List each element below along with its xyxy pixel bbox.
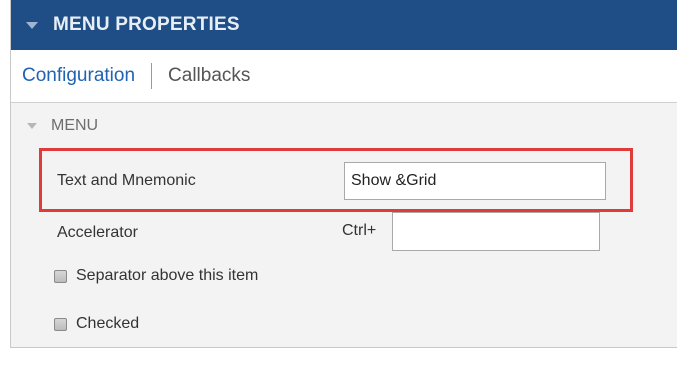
menu-properties-panel: MENU PROPERTIES Configuration Callbacks … — [10, 0, 677, 348]
checked-checkbox-label: Checked — [76, 315, 140, 332]
panel-title: MENU PROPERTIES — [53, 14, 240, 35]
checked-checkbox[interactable] — [54, 317, 67, 331]
checked-checkbox-row[interactable]: Checked — [11, 310, 677, 338]
tab-configuration[interactable]: Configuration — [22, 65, 135, 87]
section-label: MENU — [51, 117, 99, 134]
accelerator-prefix: Ctrl+ — [342, 222, 377, 239]
panel-header[interactable]: MENU PROPERTIES — [11, 0, 677, 50]
tab-bar: Configuration Callbacks — [11, 50, 677, 103]
separator-checkbox-row[interactable]: Separator above this item — [11, 262, 677, 290]
tab-divider — [151, 63, 153, 89]
separator-checkbox[interactable] — [54, 269, 67, 283]
highlight-box — [39, 148, 633, 212]
section-collapse-caret-icon[interactable] — [27, 123, 37, 129]
menu-section-header[interactable]: MENU — [11, 103, 677, 149]
separator-checkbox-label: Separator above this item — [76, 267, 259, 284]
tab-callbacks[interactable]: Callbacks — [168, 65, 250, 87]
collapse-caret-icon[interactable] — [26, 21, 38, 29]
accelerator-label: Accelerator — [57, 224, 138, 241]
accelerator-input[interactable] — [392, 212, 600, 251]
